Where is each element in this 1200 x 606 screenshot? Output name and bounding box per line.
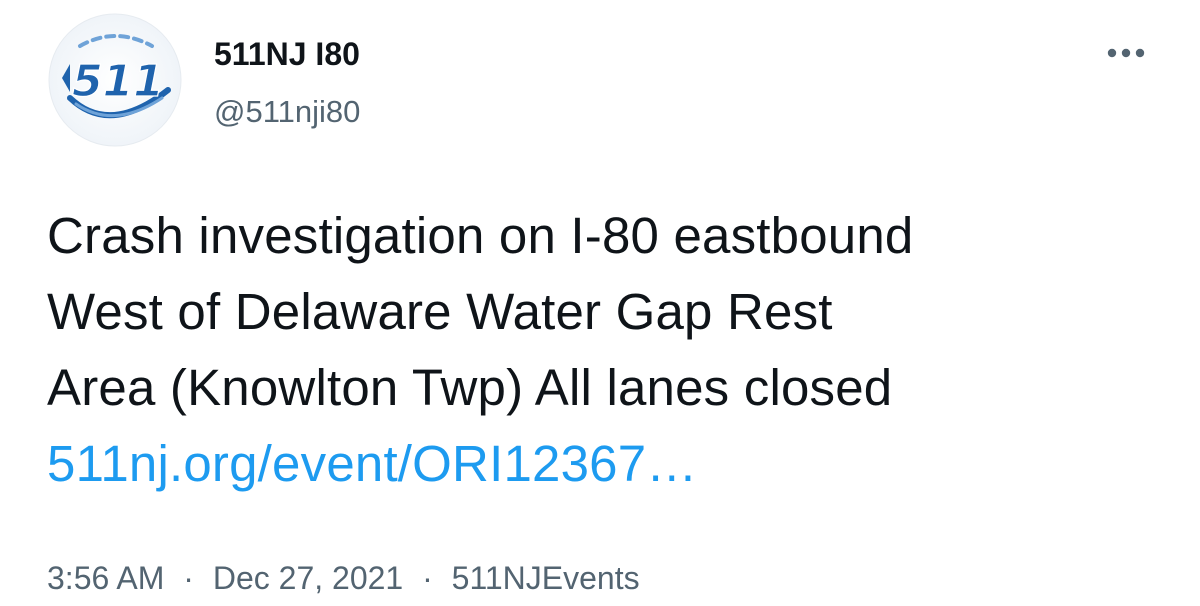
more-horizontal-icon bbox=[1107, 48, 1145, 58]
tweet-text: Crash investigation on I-80 eastbound We… bbox=[47, 198, 1167, 502]
event-link[interactable]: 511nj.org/event/ORI12367… bbox=[47, 426, 697, 502]
avatar[interactable]: 511 bbox=[40, 12, 190, 148]
511-logo-icon: 511 bbox=[48, 13, 182, 147]
meta-separator: · bbox=[422, 560, 433, 596]
display-name[interactable]: 511NJ I80 bbox=[214, 34, 360, 74]
user-handle[interactable]: @511nji80 bbox=[214, 92, 360, 132]
tweet-text-line: Crash investigation on I-80 eastbound bbox=[47, 207, 914, 264]
meta-separator: · bbox=[183, 560, 194, 596]
tweet-time[interactable]: 3:56 AM bbox=[47, 560, 164, 596]
logo-text: 511 bbox=[72, 56, 164, 107]
more-button[interactable] bbox=[1098, 38, 1154, 68]
tweet-text-line: Area (Knowlton Twp) All lanes closed bbox=[47, 359, 893, 416]
tweet-card: 511 511NJ I80 @511nji80 Crash investigat… bbox=[0, 0, 1200, 606]
tweet-source[interactable]: 511NJEvents bbox=[452, 560, 640, 596]
author-info: 511NJ I80 @511nji80 bbox=[214, 34, 360, 132]
tweet-metadata: 3:56 AM · Dec 27, 2021 · 511NJEvents bbox=[47, 556, 640, 600]
tweet-text-line: West of Delaware Water Gap Rest bbox=[47, 283, 833, 340]
tweet-date[interactable]: Dec 27, 2021 bbox=[213, 560, 403, 596]
